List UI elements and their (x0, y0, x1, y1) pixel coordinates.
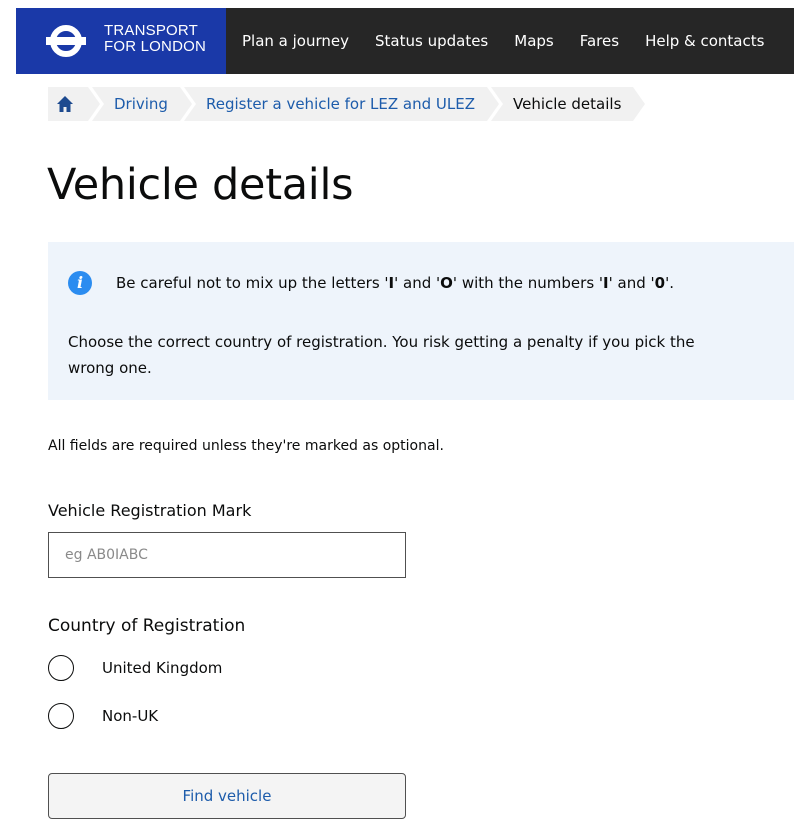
info-icon: i (68, 271, 92, 295)
info-text: ' and ' (394, 274, 441, 292)
radio-non-uk[interactable]: Non-UK (48, 703, 158, 729)
tfl-logo-link[interactable]: TRANSPORT FOR LONDON (16, 8, 226, 74)
site-header: TRANSPORT FOR LONDON Plan a journey Stat… (16, 8, 794, 74)
info-text: ' with the numbers ' (452, 274, 604, 292)
info-country-warning: Choose the correct country of registrati… (68, 333, 695, 377)
breadcrumb: Driving Register a vehicle for LEZ and U… (48, 87, 646, 123)
breadcrumb-driving[interactable]: Driving (92, 87, 192, 121)
brand-line-1: TRANSPORT (104, 22, 199, 39)
nav-plan-a-journey[interactable]: Plan a journey (226, 32, 362, 50)
info-number-zero: 0 (654, 274, 666, 292)
main-nav: Plan a journey Status updates Maps Fares… (226, 8, 777, 74)
breadcrumb-current: Vehicle details (491, 87, 646, 121)
info-letter-o: O (440, 274, 453, 292)
nav-help-contacts[interactable]: Help & contacts (632, 32, 777, 50)
brand-line-2: FOR LONDON (104, 38, 207, 55)
radio-button[interactable] (48, 655, 74, 681)
roundel-icon (46, 25, 86, 57)
info-character-warning: Be careful not to mix up the letters 'I'… (116, 271, 776, 295)
nav-maps[interactable]: Maps (501, 32, 566, 50)
top-strip (0, 0, 794, 8)
find-vehicle-button[interactable]: Find vehicle (48, 773, 406, 819)
breadcrumb-register-vehicle[interactable]: Register a vehicle for LEZ and ULEZ (183, 87, 500, 121)
info-text: Be careful not to mix up the letters ' (116, 274, 389, 292)
brand-name: TRANSPORT FOR LONDON (104, 23, 206, 55)
radio-label-united-kingdom: United Kingdom (102, 659, 223, 677)
nav-fares[interactable]: Fares (567, 32, 632, 50)
required-fields-note: All fields are required unless they're m… (48, 438, 444, 454)
info-text: ' and ' (608, 274, 655, 292)
vrm-label: Vehicle Registration Mark (48, 501, 252, 520)
vrm-input[interactable] (48, 532, 406, 578)
radio-united-kingdom[interactable]: United Kingdom (48, 655, 222, 681)
breadcrumb-home[interactable] (48, 87, 100, 121)
radio-button[interactable] (48, 703, 74, 729)
radio-label-non-uk: Non-UK (102, 707, 159, 725)
nav-status-updates[interactable]: Status updates (362, 32, 501, 50)
page-title: Vehicle details (47, 160, 354, 210)
info-text: '. (665, 274, 674, 292)
home-icon (57, 96, 73, 112)
country-label: Country of Registration (48, 616, 246, 636)
